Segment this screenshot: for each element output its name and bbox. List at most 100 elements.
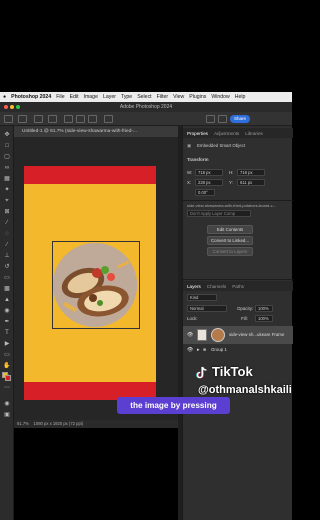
share-button[interactable]: Share [230, 115, 250, 123]
layer-row[interactable]: 👁 ▸ ■ Group 1 [183, 344, 293, 356]
x-field[interactable]: 228 px [195, 179, 223, 186]
search-icon[interactable] [206, 115, 215, 123]
convert-to-linked-button[interactable]: Convert to Linked... [207, 236, 253, 245]
tiktok-brand: TikTok [212, 364, 253, 379]
align-right-icon[interactable] [88, 115, 97, 123]
hand-tool-icon[interactable]: ✋ [3, 363, 11, 369]
layer-name: side-view-sh...ukeare Frame [229, 332, 285, 337]
path-select-tool-icon[interactable]: ▶ [3, 341, 11, 347]
align-center-icon[interactable] [76, 115, 85, 123]
dodge-tool-icon[interactable]: ◉ [3, 308, 11, 314]
distribute-icon[interactable] [104, 115, 113, 123]
move-tool-option-icon[interactable] [18, 115, 27, 123]
options-bar: Share [0, 112, 292, 126]
menu-edit[interactable]: Edit [70, 94, 79, 100]
tab-layers[interactable]: Layers [187, 284, 201, 289]
brush-tool-icon[interactable]: ∕ [3, 242, 11, 248]
lock-label: Lock: [187, 316, 198, 321]
minimize-window-icon[interactable] [10, 105, 14, 109]
transform-controls-checkbox[interactable] [48, 115, 57, 123]
history-brush-tool-icon[interactable]: ↺ [3, 264, 11, 270]
divider [183, 200, 293, 201]
tab-adjustments[interactable]: Adjustments [214, 131, 239, 136]
blend-mode-select[interactable]: Normal [187, 305, 227, 312]
panel-divider [183, 279, 293, 280]
blur-tool-icon[interactable]: ▲ [3, 297, 11, 303]
menu-layer[interactable]: Layer [103, 94, 116, 100]
zoom-level[interactable]: 61.7% [17, 421, 29, 426]
convert-to-layers-button[interactable]: Convert to Layers [207, 247, 253, 256]
document-size: 1080 px x 1920 px (72 ppi) [33, 421, 84, 426]
tab-properties[interactable]: Properties [187, 131, 208, 136]
menu-select[interactable]: Select [137, 94, 151, 100]
quick-mask-icon[interactable]: ◉ [3, 401, 11, 407]
magic-wand-tool-icon[interactable]: ✦ [3, 187, 11, 193]
chevron-right-icon[interactable]: ▸ [197, 347, 200, 353]
healing-brush-tool-icon[interactable]: ◌ [3, 231, 11, 237]
frame-tool-icon[interactable]: ⊠ [3, 209, 11, 215]
close-window-icon[interactable] [4, 105, 8, 109]
menu-filter[interactable]: Filter [157, 94, 169, 100]
menu-app-name[interactable]: Photoshop 2024 [11, 94, 51, 100]
creator-handle: @othmanalshkaili [198, 384, 292, 396]
visibility-eye-icon[interactable]: 👁 [187, 347, 193, 353]
document-tab-title: Untitled-1 @ 61.7% (side-view-shawarma-w… [22, 129, 137, 134]
mac-menubar: ● Photoshop 2024 File Edit Image Layer T… [0, 92, 292, 102]
height-field[interactable]: 718 px [237, 169, 265, 176]
menu-type[interactable]: Type [121, 94, 132, 100]
rectangle-tool-icon[interactable]: ▭ [3, 352, 11, 358]
lasso-tool-icon[interactable]: ∞ [3, 165, 11, 171]
menu-window[interactable]: Window [211, 94, 229, 100]
layer-comp-select[interactable]: Don't Apply Layer Comp [187, 210, 251, 217]
artboard-tool-icon[interactable]: □ [3, 143, 11, 149]
crop-tool-icon[interactable]: ⌖ [3, 198, 11, 204]
edit-contents-button[interactable]: Edit Contents [207, 225, 253, 234]
pen-tool-icon[interactable]: ✒ [3, 319, 11, 325]
opacity-field[interactable]: 100% [255, 305, 273, 312]
more-tools-icon[interactable]: ⋯ [3, 385, 11, 391]
opacity-label: Opacity: [237, 306, 254, 311]
shawarma-photo-frame[interactable] [53, 243, 137, 327]
tiktok-logo-icon [196, 366, 207, 379]
background-color-swatch[interactable] [5, 375, 11, 381]
y-field[interactable]: 611 px [237, 179, 265, 186]
eraser-tool-icon[interactable]: ▭ [3, 275, 11, 281]
gradient-tool-icon[interactable]: ▩ [3, 286, 11, 292]
shawarma-image [53, 243, 137, 327]
menu-image[interactable]: Image [84, 94, 98, 100]
clone-stamp-tool-icon[interactable]: ⊥ [3, 253, 11, 259]
width-field[interactable]: 718 px [195, 169, 223, 176]
fill-label: Fill: [241, 316, 248, 321]
auto-select-checkbox[interactable] [34, 115, 43, 123]
tab-channels[interactable]: Channels [207, 284, 226, 289]
video-caption: the image by pressing [117, 397, 230, 414]
home-icon[interactable] [4, 115, 13, 123]
workspace-icon[interactable] [218, 115, 227, 123]
menu-plugins[interactable]: Plugins [189, 94, 206, 100]
fill-field[interactable]: 100% [255, 315, 273, 322]
layer-filter-kind[interactable]: Kind [187, 294, 217, 301]
menu-file[interactable]: File [56, 94, 64, 100]
tab-libraries[interactable]: Libraries [245, 131, 263, 136]
align-left-icon[interactable] [64, 115, 73, 123]
menu-view[interactable]: View [173, 94, 184, 100]
type-tool-icon[interactable]: T [3, 330, 11, 336]
screen-mode-icon[interactable]: ▣ [3, 412, 11, 418]
angle-field[interactable]: 0.00° [195, 189, 215, 196]
status-bar: 61.7% 1080 px x 1920 px (72 ppi) [14, 420, 178, 428]
window-title: Adobe Photoshop 2024 [119, 104, 173, 110]
document-tab[interactable]: Untitled-1 @ 61.7% (side-view-shawarma-w… [14, 126, 178, 137]
top-red-band [24, 166, 156, 184]
move-tool-icon[interactable]: ✥ [3, 132, 11, 138]
eyedropper-tool-icon[interactable]: ⁄ [3, 220, 11, 226]
object-select-tool-icon[interactable]: ▦ [3, 176, 11, 182]
apple-icon[interactable]: ● [3, 94, 6, 100]
y-label: Y: [229, 180, 233, 185]
tab-paths[interactable]: Paths [232, 284, 244, 289]
menu-help[interactable]: Help [235, 94, 246, 100]
visibility-eye-icon[interactable]: 👁 [187, 332, 193, 338]
layer-row-selected[interactable]: 👁 side-view-sh...ukeare Frame [183, 326, 293, 344]
zoom-window-icon[interactable] [16, 105, 20, 109]
transform-heading: Transform [187, 157, 209, 162]
marquee-tool-icon[interactable]: ▢ [3, 154, 11, 160]
